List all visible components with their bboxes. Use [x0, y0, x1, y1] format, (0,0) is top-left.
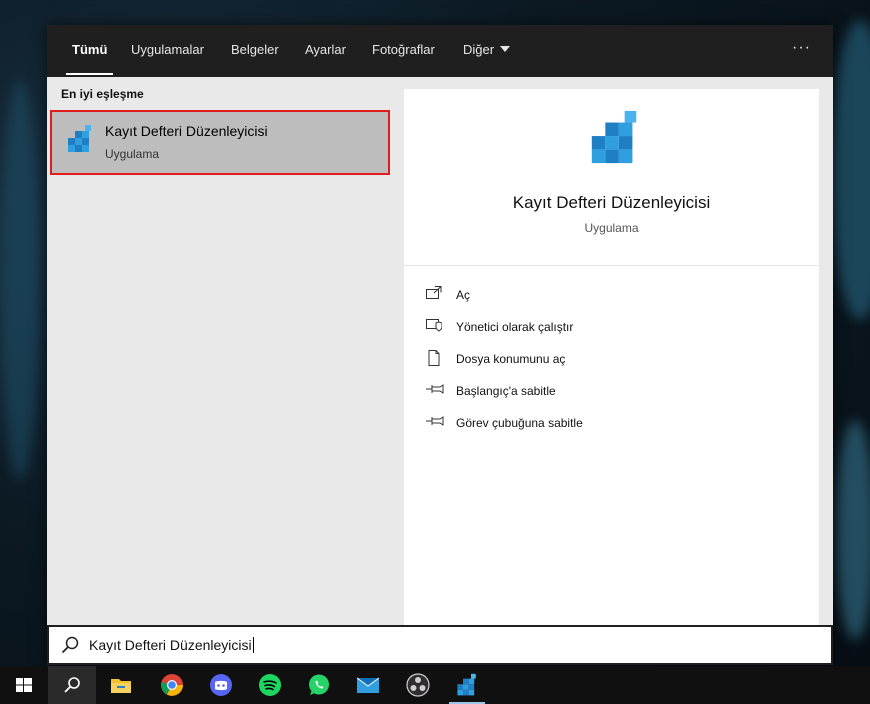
- registry-editor-icon: [591, 110, 637, 164]
- registry-editor-icon: [457, 673, 476, 696]
- preview-pane: Kayıt Defteri Düzenleyicisi Uygulama Aç …: [392, 77, 833, 625]
- tab-photos[interactable]: Fotoğraflar: [372, 25, 435, 77]
- tab-more-filters[interactable]: Diğer: [463, 25, 511, 77]
- search-input[interactable]: Kayıt Defteri Düzenleyicisi: [89, 637, 254, 653]
- app-detail-card: Kayıt Defteri Düzenleyicisi Uygulama Aç …: [404, 89, 819, 625]
- taskbar-search-button[interactable]: [48, 666, 96, 704]
- active-tab-indicator: [66, 73, 114, 75]
- registry-editor-icon: [68, 125, 91, 152]
- wallpaper-glow: [830, 20, 870, 320]
- whatsapp-icon: [309, 674, 329, 695]
- search-icon: [64, 677, 80, 693]
- shield-icon: [426, 319, 442, 332]
- search-icon: [61, 636, 79, 654]
- taskbar-chrome[interactable]: [148, 666, 196, 704]
- mail-icon: [356, 677, 380, 693]
- more-options-button[interactable]: ···: [792, 39, 811, 57]
- tab-apps[interactable]: Uygulamalar: [131, 25, 204, 77]
- tab-all[interactable]: Tümü: [66, 25, 114, 77]
- tab-documents[interactable]: Belgeler: [231, 25, 279, 77]
- search-bar[interactable]: Kayıt Defteri Düzenleyicisi: [47, 625, 833, 665]
- pin-icon: [426, 384, 444, 394]
- wallpaper-glow: [0, 80, 40, 480]
- chrome-icon: [161, 674, 183, 696]
- spotify-icon: [259, 674, 281, 696]
- pin-icon: [426, 416, 444, 426]
- taskbar-spotify[interactable]: [246, 666, 294, 704]
- taskbar: [0, 666, 870, 704]
- taskbar-whatsapp[interactable]: [295, 666, 343, 704]
- chevron-down-icon: [500, 46, 511, 52]
- windows-start-icon: [16, 678, 32, 692]
- search-filter-bar: Tümü Uygulamalar Belgeler Ayarlar Fotoğr…: [47, 25, 833, 77]
- best-match-result[interactable]: Kayıt Defteri Düzenleyicisi Uygulama: [50, 110, 390, 175]
- open-icon: [426, 286, 442, 299]
- result-title: Kayıt Defteri Düzenleyicisi: [105, 123, 268, 139]
- taskbar-registry-editor[interactable]: [443, 666, 491, 704]
- taskbar-mail[interactable]: [344, 666, 392, 704]
- tab-settings[interactable]: Ayarlar: [305, 25, 346, 77]
- file-location-icon: [428, 350, 440, 366]
- wallpaper-glow: [835, 420, 870, 640]
- detail-app-title: Kayıt Defteri Düzenleyicisi: [512, 193, 711, 212]
- best-match-header: En iyi eşleşme: [61, 87, 144, 101]
- file-explorer-icon: [111, 679, 131, 693]
- detail-app-type: Uygulama: [584, 221, 639, 235]
- results-pane: En iyi eşleşme Kayıt Defteri Düzenleyici…: [47, 77, 392, 625]
- result-subtitle: Uygulama: [105, 147, 160, 161]
- search-window: Tümü Uygulamalar Belgeler Ayarlar Fotoğr…: [47, 25, 833, 665]
- text-cursor: [252, 637, 254, 653]
- taskbar-file-explorer[interactable]: [97, 666, 145, 704]
- taskbar-discord[interactable]: [197, 666, 245, 704]
- obs-icon: [406, 673, 430, 697]
- discord-icon: [210, 674, 232, 696]
- start-button[interactable]: [0, 666, 48, 704]
- taskbar-obs[interactable]: [394, 666, 442, 704]
- divider: [404, 265, 819, 266]
